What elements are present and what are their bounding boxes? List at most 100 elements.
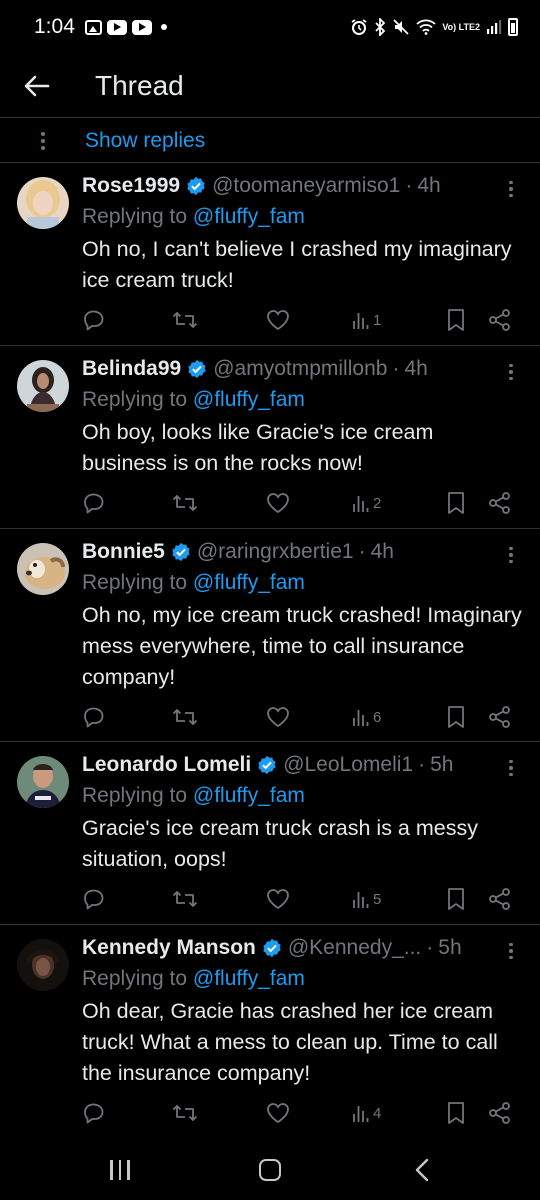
replying-prefix: Replying to bbox=[82, 967, 188, 990]
heart-icon bbox=[267, 310, 289, 331]
bookmark-button[interactable] bbox=[446, 705, 466, 729]
tweet-header: Belinda99 @amyotmpmillonb · 4h bbox=[82, 354, 522, 384]
views-button[interactable]: 6 bbox=[352, 707, 381, 727]
author-name[interactable]: Kennedy Manson bbox=[82, 936, 256, 960]
author-handle[interactable]: @amyotmpmillonb bbox=[213, 357, 387, 381]
tweet-text: Gracie's ice cream truck crash is a mess… bbox=[82, 816, 478, 871]
separator-dot: · bbox=[392, 357, 400, 380]
author-name[interactable]: Rose1999 bbox=[82, 174, 180, 198]
tweet-time[interactable]: 5h bbox=[438, 936, 461, 960]
replying-to-link[interactable]: @fluffy_fam bbox=[193, 784, 305, 807]
tweet-header: Bonnie5 @raringrxbertie1 · 4h bbox=[82, 537, 522, 567]
avatar[interactable] bbox=[17, 177, 69, 229]
avatar[interactable] bbox=[17, 543, 69, 595]
reply-button[interactable] bbox=[82, 705, 106, 729]
battery-icon bbox=[508, 18, 518, 36]
system-icons: Vo) LTE2 bbox=[350, 18, 518, 36]
replying-to-link[interactable]: @fluffy_fam bbox=[193, 571, 305, 594]
bookmark-button[interactable] bbox=[446, 491, 466, 515]
tweet-time[interactable]: 4h bbox=[371, 540, 394, 564]
tweet[interactable]: Bonnie5 @raringrxbertie1 · 4h Replying t… bbox=[0, 529, 540, 742]
signal-icon bbox=[487, 20, 502, 34]
reply-button[interactable] bbox=[82, 308, 106, 332]
reply-button[interactable] bbox=[82, 491, 106, 515]
tweet-header: Leonardo Lomeli @LeoLomeli1 · 5h bbox=[82, 750, 522, 780]
replying-to-link[interactable]: @fluffy_fam bbox=[193, 967, 305, 990]
show-replies-link[interactable]: Show replies bbox=[85, 129, 205, 153]
verified-badge-icon bbox=[187, 176, 205, 196]
share-button[interactable] bbox=[488, 491, 512, 515]
back-button[interactable] bbox=[0, 54, 74, 118]
tweet[interactable]: Leonardo Lomeli @LeoLomeli1 · 5h Replyin… bbox=[0, 742, 540, 925]
recent-apps-button[interactable] bbox=[110, 1160, 130, 1180]
share-button[interactable] bbox=[488, 705, 512, 729]
retweet-button[interactable] bbox=[172, 888, 198, 910]
gallery-icon bbox=[84, 19, 102, 35]
views-button[interactable]: 1 bbox=[352, 310, 381, 330]
retweet-icon bbox=[172, 709, 198, 725]
retweet-button[interactable] bbox=[172, 1102, 198, 1124]
author-handle[interactable]: @raringrxbertie1 bbox=[197, 540, 354, 564]
page-title: Thread bbox=[95, 69, 184, 101]
tweet-body: Kennedy Manson @Kennedy_... · 5h Replyin… bbox=[82, 933, 522, 1089]
views-icon bbox=[353, 496, 369, 512]
tweet[interactable]: Kennedy Manson @Kennedy_... · 5h Replyin… bbox=[0, 925, 540, 1140]
tweet-text: Oh no, I can't believe I crashed my imag… bbox=[82, 237, 512, 292]
chevron-left-icon bbox=[415, 1158, 429, 1182]
tweet-time[interactable]: 5h bbox=[430, 753, 453, 777]
replying-to-link[interactable]: @fluffy_fam bbox=[193, 388, 305, 411]
system-back-button[interactable] bbox=[414, 1158, 430, 1187]
replying-prefix: Replying to bbox=[82, 784, 188, 807]
author-name[interactable]: Belinda99 bbox=[82, 357, 181, 381]
like-button[interactable] bbox=[266, 888, 290, 910]
views-icon bbox=[353, 892, 369, 908]
verified-badge-icon bbox=[188, 359, 206, 379]
show-replies-row[interactable]: Show replies bbox=[0, 119, 540, 163]
view-count: 1 bbox=[373, 311, 382, 329]
bookmark-button[interactable] bbox=[446, 887, 466, 911]
more-options-button[interactable] bbox=[506, 543, 516, 567]
tweet[interactable]: Belinda99 @amyotmpmillonb · 4h Replying … bbox=[0, 346, 540, 529]
home-button[interactable] bbox=[259, 1159, 281, 1181]
author-handle[interactable]: @LeoLomeli1 bbox=[283, 753, 413, 777]
avatar[interactable] bbox=[17, 756, 69, 808]
tweet-time[interactable]: 4h bbox=[417, 174, 440, 198]
more-options-button[interactable] bbox=[506, 177, 516, 201]
views-button[interactable]: 4 bbox=[352, 1103, 381, 1123]
more-options-button[interactable] bbox=[506, 360, 516, 384]
retweet-button[interactable] bbox=[172, 309, 198, 331]
reply-button[interactable] bbox=[82, 887, 106, 911]
tweet-text: Oh boy, looks like Gracie's ice cream bu… bbox=[82, 420, 434, 475]
share-button[interactable] bbox=[488, 887, 512, 911]
author-name[interactable]: Bonnie5 bbox=[82, 540, 165, 564]
retweet-button[interactable] bbox=[172, 492, 198, 514]
author-handle[interactable]: @Kennedy_... bbox=[288, 936, 421, 960]
tweet-actions: 6 bbox=[82, 703, 514, 731]
share-button[interactable] bbox=[488, 1101, 512, 1125]
retweet-button[interactable] bbox=[172, 706, 198, 728]
replying-to: Replying to @fluffy_fam bbox=[82, 202, 522, 232]
verified-badge-icon bbox=[172, 542, 190, 562]
author-name[interactable]: Leonardo Lomeli bbox=[82, 753, 251, 777]
like-button[interactable] bbox=[266, 492, 290, 514]
bookmark-button[interactable] bbox=[446, 308, 466, 332]
avatar[interactable] bbox=[17, 939, 69, 991]
reply-button[interactable] bbox=[82, 1101, 106, 1125]
like-button[interactable] bbox=[266, 706, 290, 728]
avatar[interactable] bbox=[17, 360, 69, 412]
more-options-button[interactable] bbox=[506, 939, 516, 963]
tweet-actions: 5 bbox=[82, 885, 514, 913]
author-handle[interactable]: @toomaneyarmiso1 bbox=[212, 174, 400, 198]
bookmark-button[interactable] bbox=[446, 1101, 466, 1125]
more-options-button[interactable] bbox=[506, 756, 516, 780]
share-button[interactable] bbox=[488, 308, 512, 332]
tweet-time[interactable]: 4h bbox=[404, 357, 427, 381]
views-button[interactable]: 2 bbox=[352, 493, 381, 513]
like-button[interactable] bbox=[266, 309, 290, 331]
replying-to-link[interactable]: @fluffy_fam bbox=[193, 205, 305, 228]
bookmark-icon bbox=[448, 492, 464, 514]
view-count: 4 bbox=[373, 1104, 382, 1122]
tweet[interactable]: Rose1999 @toomaneyarmiso1 · 4h Replying … bbox=[0, 163, 540, 346]
views-button[interactable]: 5 bbox=[352, 889, 381, 909]
like-button[interactable] bbox=[266, 1102, 290, 1124]
